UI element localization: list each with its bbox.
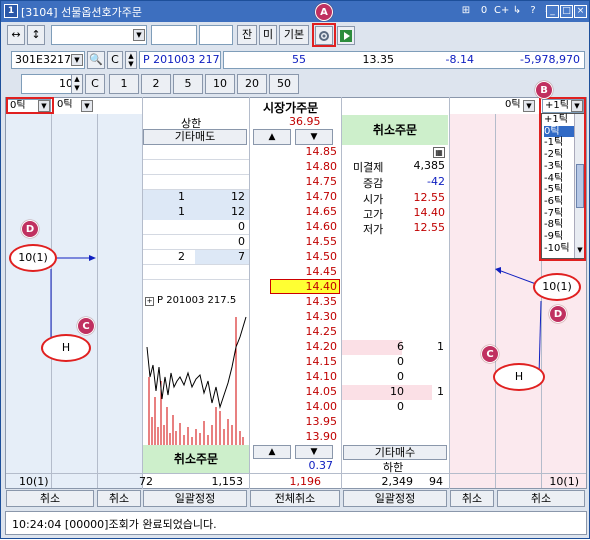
badge-D-right: D [549, 305, 567, 323]
badge-D-left: D [21, 220, 39, 238]
left-position-callout: 10(1) [9, 244, 57, 272]
badge-C-left: C [77, 317, 95, 335]
annotation-arrows [50, 255, 542, 380]
right-position-callout: 10(1) [533, 273, 581, 301]
left-h-callout: H [41, 334, 91, 362]
main-window: 1 [3104] 선물옵션호가주문 ⊞ 0 C+ ↳ ? ≡ _ □ × ↔ ↕… [0, 0, 590, 539]
right-h-callout: H [493, 363, 545, 391]
badge-C-right: C [481, 345, 499, 363]
